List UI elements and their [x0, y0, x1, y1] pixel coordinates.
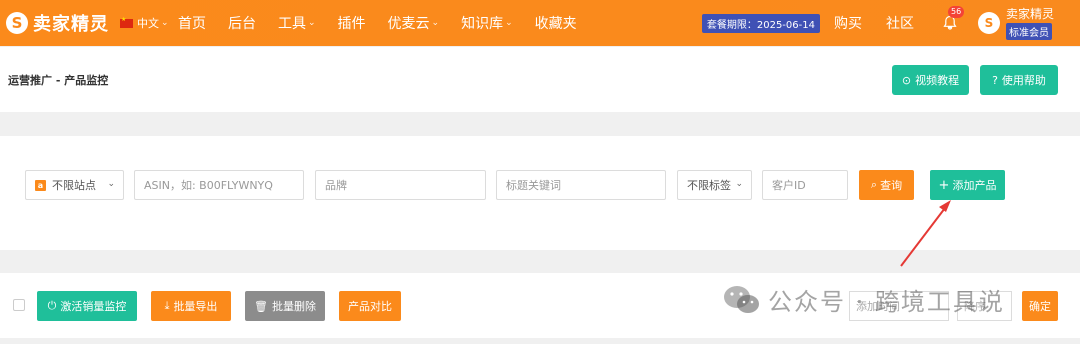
wechat-watermark: 公众号 · 跨境工具说	[722, 282, 1005, 317]
customer-id-input[interactable]: 客户ID	[762, 170, 848, 200]
video-tutorial-button[interactable]: ⊙ 视频教程	[892, 65, 969, 95]
help-button[interactable]: ? 使用帮助	[980, 65, 1058, 95]
query-label: 查询	[880, 179, 903, 192]
delete-label: 批量删除	[271, 300, 316, 313]
chevron-down-icon: ⌄	[107, 179, 115, 189]
community-link[interactable]: 社区	[886, 13, 914, 33]
query-button[interactable]: ⌕ 查询	[859, 170, 914, 200]
title-keyword-placeholder: 标题关键词	[506, 179, 561, 192]
user-name: 卖家精灵	[1005, 6, 1054, 21]
nav-item-favorites[interactable]: 收藏夹	[535, 13, 577, 33]
main-nav: 首页 后台 工具 ⌄ 插件 优麦云 ⌄ 知识库 ⌄ 收藏夹	[178, 13, 599, 33]
logo-mark-icon: S	[6, 12, 28, 34]
logo-text: 卖家精灵	[33, 14, 109, 35]
wechat-icon	[724, 285, 759, 313]
language-selector[interactable]: 中文 ⌄	[120, 15, 178, 31]
site-select[interactable]: a 不限站点 ⌄	[25, 170, 124, 200]
filter-panel: a 不限站点 ⌄ ASIN，如: B00FLYWNYQ 品牌 标题关键词 不限标…	[0, 136, 1080, 250]
avatar: S	[977, 12, 1000, 34]
bulk-delete-button[interactable]: 🗑 批量删除	[245, 291, 325, 321]
brand-placeholder: 品牌	[325, 179, 347, 192]
user-menu[interactable]: S 卖家精灵 标准会员	[977, 6, 1054, 40]
question-circle-icon: ?	[992, 73, 998, 87]
nav-label: 首页	[178, 16, 206, 32]
add-product-label: 添加产品	[952, 179, 997, 192]
nav-item-backend[interactable]: 后台	[228, 13, 256, 33]
chevron-down-icon: ⌄	[308, 18, 316, 28]
page-header: 运营推广 - 产品监控 ⊙ 视频教程 ? 使用帮助	[0, 47, 1080, 112]
help-label: 使用帮助	[1001, 74, 1046, 87]
watermark-text: 公众号 · 跨境工具说	[768, 288, 1005, 316]
buy-link[interactable]: 购买	[834, 13, 862, 33]
nav-label: 插件	[337, 16, 366, 32]
chevron-down-icon: ⌄	[161, 18, 169, 28]
notification-bell[interactable]: 56	[942, 6, 965, 31]
china-flag-icon	[120, 16, 133, 28]
brand-input[interactable]: 品牌	[315, 170, 486, 200]
confirm-label: 确定	[1029, 300, 1051, 313]
video-tutorial-label: 视频教程	[915, 74, 960, 87]
nav-label: 工具	[278, 16, 306, 32]
power-icon: ⏻	[47, 299, 57, 312]
search-icon: ⌕	[870, 178, 878, 191]
notification-count-badge: 56	[947, 6, 965, 18]
nav-label: 收藏夹	[534, 16, 577, 32]
compare-products-button[interactable]: 产品对比	[339, 291, 401, 321]
asin-placeholder: ASIN，如: B00FLYWNYQ	[144, 179, 273, 192]
activate-sales-monitor-button[interactable]: ⏻ 激活销量监控	[37, 291, 137, 321]
nav-label: 优麦云	[387, 16, 430, 32]
nav-item-home[interactable]: 首页	[178, 13, 206, 33]
export-label: 批量导出	[173, 300, 218, 313]
membership-badge: 标准会员	[1005, 22, 1052, 40]
top-navbar: S 卖家精灵 中文 ⌄ 首页 后台 工具⌄ 插件 优麦云⌄ 知识库⌄ 收藏夹 套…	[0, 0, 1080, 46]
nav-item-tools[interactable]: 工具 ⌄	[278, 13, 316, 33]
breadcrumb: 运营推广 - 产品监控	[8, 74, 109, 87]
title-keyword-input[interactable]: 标题关键词	[496, 170, 666, 200]
trash-icon: 🗑	[254, 299, 268, 313]
download-icon: ⤓	[164, 299, 170, 312]
chevron-down-icon: ⌄	[431, 18, 440, 28]
nav-right: 套餐期限：2025-06-14 购买 社区 56 S 卖家精灵 标准会员	[701, 0, 1080, 46]
nav-item-youmaiyun[interactable]: 优麦云 ⌄	[388, 13, 440, 33]
nav-item-knowledge[interactable]: 知识库 ⌄	[461, 13, 513, 33]
tag-select[interactable]: 不限标签 ⌄	[677, 170, 752, 200]
plus-icon: +	[938, 177, 950, 193]
asin-input[interactable]: ASIN，如: B00FLYWNYQ	[134, 170, 304, 200]
bulk-export-button[interactable]: ⤓ 批量导出	[151, 291, 231, 321]
confirm-button[interactable]: 确定	[1022, 291, 1058, 321]
nav-item-plugins[interactable]: 插件	[338, 13, 366, 33]
language-label: 中文	[137, 17, 159, 30]
plan-expiry-badge: 套餐期限：2025-06-14	[701, 13, 820, 33]
chevron-down-icon: ⌄	[505, 18, 513, 28]
select-all-checkbox[interactable]	[13, 299, 25, 311]
nav-label: 知识库	[461, 16, 504, 32]
chevron-down-icon: ⌄	[735, 179, 743, 189]
activate-label: 激活销量监控	[60, 300, 127, 313]
amazon-icon: a	[35, 179, 46, 191]
add-product-button[interactable]: + 添加产品	[930, 170, 1005, 200]
play-circle-icon: ⊙	[901, 73, 912, 87]
tag-select-value: 不限标签	[687, 179, 731, 192]
customer-id-placeholder: 客户ID	[772, 179, 806, 192]
nav-label: 后台	[228, 16, 256, 32]
site-select-value: 不限站点	[52, 179, 96, 192]
compare-label: 产品对比	[348, 300, 392, 313]
logo[interactable]: S 卖家精灵	[6, 10, 114, 36]
